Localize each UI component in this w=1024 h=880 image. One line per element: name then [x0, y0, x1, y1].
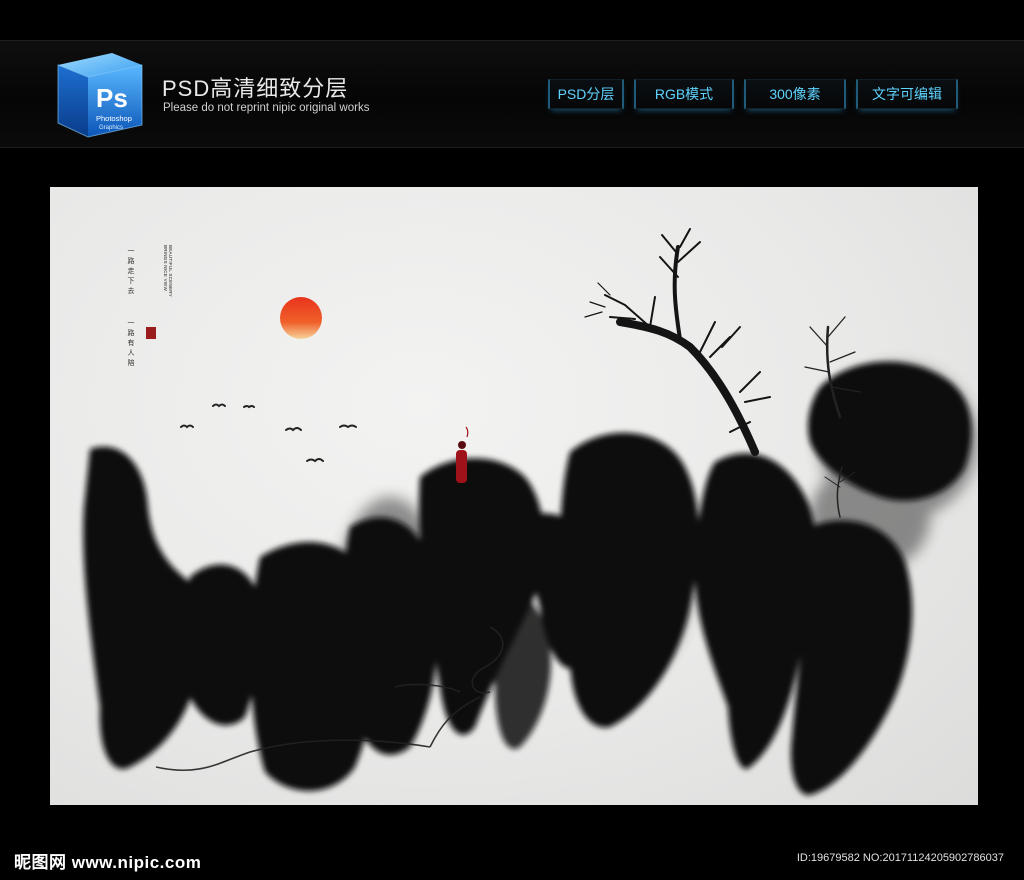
page: Ps Photoshop Graphics PSD高清细致分层 Please d…	[0, 0, 1024, 880]
tag-300-pixels: 300像素	[744, 79, 846, 109]
vertical-poem-line-2: 一路有人陪	[127, 319, 135, 369]
red-sun	[280, 297, 322, 339]
vertical-english-caption: BEAUTIFUL SCENERY BRINGS NICE VIEW	[163, 245, 173, 297]
page-subtitle: Please do not reprint nipic original wor…	[163, 102, 370, 114]
header-bar: Ps Photoshop Graphics PSD高清细致分层 Please d…	[0, 40, 1024, 148]
ps-letters: Ps	[96, 83, 128, 113]
flying-birds	[180, 403, 357, 463]
bare-tree	[584, 228, 771, 456]
page-title: PSD高清细致分层	[162, 76, 349, 101]
vertical-poem-line-1: 一路走下去	[127, 247, 135, 297]
nipic-watermark-logo: 昵图网 www.nipic.com	[14, 853, 202, 872]
photoshop-icon: Ps Photoshop Graphics	[52, 49, 146, 141]
ink-landscape-artwork: 一路走下去 一路有人陪 BEAUTIFUL SCENERY BRINGS NIC…	[50, 187, 978, 805]
image-id-label: ID:19679582 NO:20171124205902786037	[796, 852, 1004, 864]
ink-mountains	[83, 361, 972, 796]
red-robed-figure	[456, 426, 469, 483]
ink-painting	[83, 228, 978, 796]
feature-tags: PSD分层 RGB模式 300像素 文字可编辑	[548, 79, 958, 109]
red-seal-stamp	[146, 327, 156, 339]
ps-line2: Graphics	[99, 125, 123, 131]
ps-line1: Photoshop	[96, 114, 132, 123]
tag-editable-text: 文字可编辑	[856, 79, 958, 109]
tag-rgb-mode: RGB模式	[634, 79, 734, 109]
tag-psd-layers: PSD分层	[548, 79, 624, 109]
